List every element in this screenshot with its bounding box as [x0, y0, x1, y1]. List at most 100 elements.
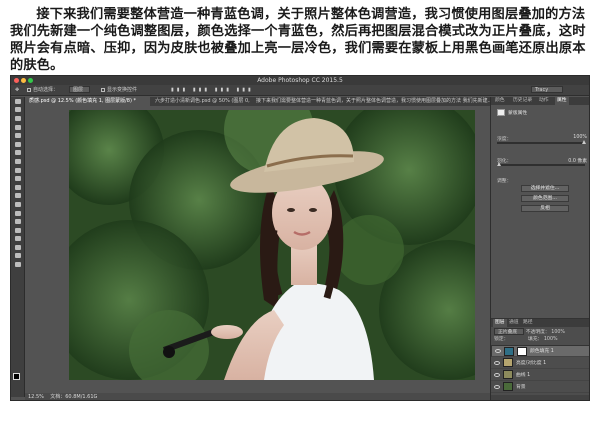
tab-color[interactable]: 颜色	[493, 97, 507, 105]
brush-tool[interactable]	[11, 157, 25, 166]
marquee-tool[interactable]	[11, 106, 25, 115]
auto-select-label: 自动选择：	[33, 87, 59, 93]
properties-header: 蒙版属性	[497, 109, 527, 116]
slider-knob-icon[interactable]	[497, 162, 501, 166]
checkbox-icon	[27, 87, 31, 92]
eyedropper-tool[interactable]	[11, 140, 25, 149]
zoom-tool[interactable]	[11, 260, 25, 269]
hand-tool[interactable]	[11, 252, 25, 261]
tab-history[interactable]: 历史记录	[511, 97, 534, 105]
tab-paths[interactable]: 路径	[521, 319, 535, 327]
opacity-value[interactable]: 100%	[551, 330, 565, 335]
auto-select-dropdown[interactable]: 图层	[69, 85, 91, 96]
align-icons[interactable]: ▮▮▮ ▮▮▮ ▮▮▮ ▮▮▮	[171, 85, 254, 96]
eraser-tool[interactable]	[11, 183, 25, 192]
gradient-tool[interactable]	[11, 192, 25, 201]
density-label: 浓度：	[497, 137, 512, 142]
blur-tool[interactable]	[11, 200, 25, 209]
move-icon	[15, 98, 21, 104]
show-transform-checkbox[interactable]: 显示变换控件	[101, 85, 137, 96]
show-transform-label: 显示变换控件	[107, 87, 138, 93]
droplet-icon	[15, 201, 21, 207]
shape-tool[interactable]	[11, 243, 25, 252]
feather-value[interactable]: 0.0 像素	[568, 157, 587, 164]
eraser-icon	[15, 184, 21, 190]
workspace-dropdown[interactable]: Tracy	[531, 85, 564, 96]
layer-name: 颜色填充 1	[530, 348, 554, 354]
foreground-color-swatch[interactable]	[13, 373, 20, 380]
lasso-icon	[15, 115, 21, 121]
type-icon	[15, 227, 21, 233]
marquee-icon	[15, 107, 21, 113]
eyedropper-icon	[15, 141, 21, 147]
auto-select-value: 图层	[69, 86, 91, 93]
close-window-button[interactable]	[14, 78, 19, 83]
slider-knob-icon[interactable]	[582, 140, 586, 144]
zoom-window-button[interactable]	[28, 78, 33, 83]
healing-tool[interactable]	[11, 149, 25, 158]
quick-select-tool[interactable]	[11, 123, 25, 132]
lasso-tool[interactable]	[11, 114, 25, 123]
eye-icon[interactable]	[494, 360, 500, 365]
portrait-photo	[69, 110, 475, 380]
status-bar: 12.5% 文档：60.8M/1.61G	[25, 393, 490, 400]
pen-tool[interactable]	[11, 217, 25, 226]
dodge-tool[interactable]	[11, 209, 25, 218]
minimize-window-button[interactable]	[21, 78, 26, 83]
eye-icon[interactable]	[495, 349, 501, 353]
move-tool[interactable]	[11, 97, 25, 106]
tab-layers[interactable]: 图层	[493, 319, 507, 327]
article-paragraph: 接下来我们需要整体营造一种青蓝色调，关于照片整体色调营造，我习惯使用图层叠加的方…	[10, 7, 586, 73]
tab-document-2[interactable]: 六步打造小清新调色.psd @ 50% (图层 0, RGB/8#)	[151, 97, 251, 106]
layer-mask-thumbnail[interactable]	[517, 346, 527, 356]
layer-thumbnail	[503, 370, 513, 379]
layer-thumbnail	[503, 358, 513, 367]
tab-channels[interactable]: 通道	[507, 319, 521, 327]
tab-document-1[interactable]: 质感.psd @ 12.5% (颜色填充 1, 图层蒙版/8) *	[25, 97, 150, 106]
arrow-icon	[15, 236, 21, 242]
tools-panel	[11, 97, 25, 397]
layer-row-background[interactable]: 背景	[491, 381, 589, 393]
layer-row-curves[interactable]: 曲线 1	[491, 369, 589, 381]
tab-actions[interactable]: 动作	[537, 97, 551, 105]
tab-document-3[interactable]: 接下来我们需要整体营造一种青蓝色调，关于照片整体色调营造，我习惯使用图层叠加的方…	[252, 97, 490, 106]
bandage-icon	[15, 150, 21, 156]
auto-select-checkbox[interactable]: 自动选择：	[27, 85, 58, 96]
eye-icon[interactable]	[494, 372, 500, 377]
feather-slider[interactable]	[497, 162, 585, 166]
options-bar: ✥ 自动选择： 图层 显示变换控件 ▮▮▮ ▮▮▮ ▮▮▮ ▮▮▮ Tracy	[11, 85, 589, 96]
layer-thumbnail	[504, 346, 514, 356]
window-controls	[14, 78, 33, 83]
layers-footer-icons[interactable]	[491, 395, 589, 400]
density-slider[interactable]	[497, 140, 586, 144]
stamp-tool[interactable]	[11, 166, 25, 175]
right-panels: 颜色 历史记录 动作 属性 蒙版属性 浓度： 100% 羽化： 0.0 像素 调…	[490, 97, 589, 400]
document-canvas[interactable]	[69, 110, 475, 380]
brush-icon	[15, 158, 21, 164]
tab-properties[interactable]: 属性	[555, 97, 569, 105]
color-range-button[interactable]: 颜色范围...	[521, 195, 569, 202]
fill-value[interactable]: 100%	[544, 337, 558, 342]
eye-icon[interactable]	[494, 384, 500, 389]
pixel-mask-icon[interactable]	[497, 109, 505, 116]
blend-mode-dropdown[interactable]: 正片叠底	[494, 328, 525, 335]
layer-name: 亮度/对比度 1	[516, 361, 547, 366]
blend-mode-row: 正片叠底 不透明度： 100%	[494, 328, 565, 336]
move-tool-icon[interactable]: ✥	[15, 85, 19, 96]
invert-button[interactable]: 反相	[521, 205, 569, 212]
layer-row-color-fill[interactable]: 颜色填充 1	[491, 345, 589, 357]
path-select-tool[interactable]	[11, 235, 25, 244]
canvas-area	[25, 106, 490, 393]
rectangle-icon	[15, 244, 21, 250]
crop-tool[interactable]	[11, 131, 25, 140]
title-bar: Adobe Photoshop CC 2015.5	[11, 76, 589, 85]
history-brush-tool[interactable]	[11, 174, 25, 183]
layers-panel-tabs: 图层 通道 路径	[491, 319, 589, 327]
dodge-icon	[15, 210, 21, 216]
type-tool[interactable]	[11, 226, 25, 235]
opacity-label: 不透明度：	[525, 330, 550, 335]
photoshop-window: Adobe Photoshop CC 2015.5 ✥ 自动选择： 图层 显示变…	[10, 75, 590, 401]
select-and-mask-button[interactable]: 选择并遮住...	[521, 185, 569, 192]
layer-row-brightness[interactable]: 亮度/对比度 1	[491, 357, 589, 369]
properties-panel-tabs: 颜色 历史记录 动作 属性	[491, 97, 589, 105]
